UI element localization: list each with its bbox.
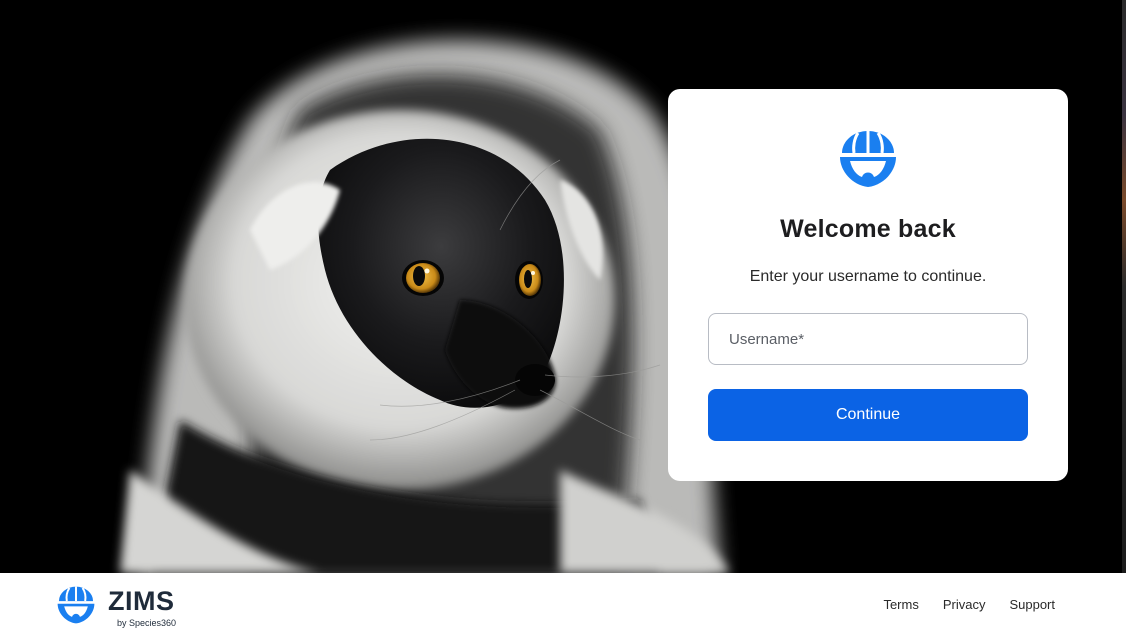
brand-name: ZIMS <box>108 586 175 616</box>
species360-globe-icon <box>840 131 896 187</box>
continue-button[interactable]: Continue <box>708 389 1028 441</box>
page-title: Welcome back <box>780 215 956 243</box>
footer-links: Terms Privacy Support <box>883 597 1055 612</box>
footer: ZIMS by Species360 Terms Privacy Support <box>0 573 1126 633</box>
window-edge <box>1122 0 1126 573</box>
support-link[interactable]: Support <box>1009 597 1055 612</box>
zims-globe-icon <box>57 586 95 624</box>
terms-link[interactable]: Terms <box>883 597 918 612</box>
username-input[interactable] <box>708 313 1028 365</box>
page-subtitle: Enter your username to continue. <box>749 268 987 285</box>
privacy-link[interactable]: Privacy <box>943 597 986 612</box>
login-card: Welcome back Enter your username to cont… <box>668 89 1068 481</box>
login-page: Welcome back Enter your username to cont… <box>0 0 1126 633</box>
brand-subtitle: by Species360 <box>117 618 177 628</box>
